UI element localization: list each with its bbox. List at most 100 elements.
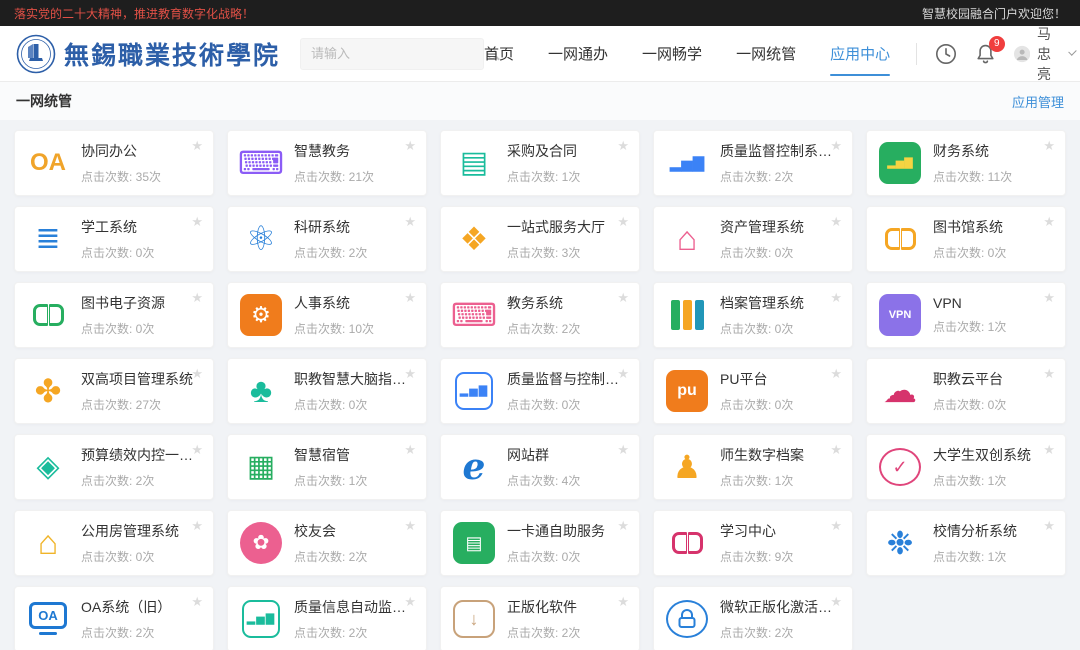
app-card[interactable]: ▤ 一卡通自助服务 点击次数: 0次 ★ bbox=[440, 510, 640, 576]
app-card[interactable]: ▤ 采购及合同 点击次数: 1次 ★ bbox=[440, 130, 640, 196]
school-seal-icon bbox=[16, 34, 56, 74]
favorite-star-icon[interactable]: ★ bbox=[1043, 215, 1055, 228]
nav-item[interactable]: 首页 bbox=[484, 37, 514, 70]
app-card[interactable]: ⚛ 科研系统 点击次数: 2次 ★ bbox=[227, 206, 427, 272]
favorite-star-icon[interactable]: ★ bbox=[404, 215, 416, 228]
app-card[interactable]: 微软正版化激活工具 点击次数: 2次 ★ bbox=[653, 586, 853, 650]
search-input[interactable] bbox=[311, 46, 487, 61]
main-nav: 首页 一网通办 一网畅学 一网统管 应用中心 bbox=[484, 37, 890, 70]
app-card[interactable]: ⌂ 公用房管理系统 点击次数: 0次 ★ bbox=[14, 510, 214, 576]
app-card[interactable]: 图书电子资源 点击次数: 0次 ★ bbox=[14, 282, 214, 348]
app-click-count: 点击次数: 0次 bbox=[507, 548, 605, 565]
nav-item[interactable]: 应用中心 bbox=[830, 37, 890, 70]
app-card[interactable]: ❉ 校情分析系统 点击次数: 1次 ★ bbox=[866, 510, 1066, 576]
app-icon: ✓ bbox=[879, 448, 921, 486]
app-title: 财务系统 bbox=[933, 141, 1012, 161]
favorite-star-icon[interactable]: ★ bbox=[1043, 139, 1055, 152]
notifications-bell-icon[interactable]: 9 bbox=[975, 43, 996, 65]
history-clock-icon[interactable] bbox=[935, 43, 957, 65]
app-card[interactable]: ▂▅▇ 质量监督控制系统... 点击次数: 2次 ★ bbox=[653, 130, 853, 196]
favorite-star-icon[interactable]: ★ bbox=[404, 139, 416, 152]
app-card[interactable]: ≣ 学工系统 点击次数: 0次 ★ bbox=[14, 206, 214, 272]
favorite-star-icon[interactable]: ★ bbox=[404, 519, 416, 532]
app-icon: ▦ bbox=[240, 446, 282, 488]
app-card[interactable]: ▂▅▇ 财务系统 点击次数: 11次 ★ bbox=[866, 130, 1066, 196]
favorite-star-icon[interactable]: ★ bbox=[404, 367, 416, 380]
app-card[interactable]: VPN VPN 点击次数: 1次 ★ bbox=[866, 282, 1066, 348]
app-card[interactable]: ⌨ 智慧教务 点击次数: 21次 ★ bbox=[227, 130, 427, 196]
app-card[interactable]: ▦ 智慧宿管 点击次数: 1次 ★ bbox=[227, 434, 427, 500]
app-card[interactable]: OA OA系统（旧） 点击次数: 2次 ★ bbox=[14, 586, 214, 650]
favorite-star-icon[interactable]: ★ bbox=[191, 215, 203, 228]
app-card[interactable]: ✿ 校友会 点击次数: 2次 ★ bbox=[227, 510, 427, 576]
app-card[interactable]: 档案管理系统 点击次数: 0次 ★ bbox=[653, 282, 853, 348]
app-card[interactable]: ⌂ 资产管理系统 点击次数: 0次 ★ bbox=[653, 206, 853, 272]
favorite-star-icon[interactable]: ★ bbox=[617, 595, 629, 608]
header-actions: 9 马忠亮 bbox=[916, 24, 1075, 84]
favorite-star-icon[interactable]: ★ bbox=[830, 215, 842, 228]
app-card[interactable]: ✤ 双高项目管理系统 点击次数: 27次 ★ bbox=[14, 358, 214, 424]
app-card[interactable]: e 网站群 点击次数: 4次 ★ bbox=[440, 434, 640, 500]
app-click-count: 点击次数: 35次 bbox=[81, 168, 161, 185]
favorite-star-icon[interactable]: ★ bbox=[1043, 519, 1055, 532]
app-card[interactable]: ⌨ 教务系统 点击次数: 2次 ★ bbox=[440, 282, 640, 348]
favorite-star-icon[interactable]: ★ bbox=[1043, 291, 1055, 304]
favorite-star-icon[interactable]: ★ bbox=[191, 443, 203, 456]
app-title: 人事系统 bbox=[294, 293, 374, 313]
app-card[interactable]: ✓ 大学生双创系统 点击次数: 1次 ★ bbox=[866, 434, 1066, 500]
favorite-star-icon[interactable]: ★ bbox=[617, 291, 629, 304]
app-manage-link[interactable]: 应用管理 bbox=[1012, 92, 1064, 111]
app-card[interactable]: 图书馆系统 点击次数: 0次 ★ bbox=[866, 206, 1066, 272]
user-menu[interactable]: 马忠亮 bbox=[1014, 24, 1075, 84]
app-card[interactable]: ♟ 师生数字档案 点击次数: 1次 ★ bbox=[653, 434, 853, 500]
favorite-star-icon[interactable]: ★ bbox=[404, 443, 416, 456]
favorite-star-icon[interactable]: ★ bbox=[1043, 443, 1055, 456]
nav-item[interactable]: 一网统管 bbox=[736, 37, 796, 70]
app-card[interactable]: ❖ 一站式服务大厅 点击次数: 3次 ★ bbox=[440, 206, 640, 272]
app-card[interactable]: pu PU平台 点击次数: 0次 ★ bbox=[653, 358, 853, 424]
favorite-star-icon[interactable]: ★ bbox=[617, 215, 629, 228]
app-card[interactable]: ◈ 预算绩效内控一体化... 点击次数: 2次 ★ bbox=[14, 434, 214, 500]
app-title: 正版化软件 bbox=[507, 597, 580, 617]
favorite-star-icon[interactable]: ★ bbox=[830, 595, 842, 608]
app-card[interactable]: ♣ 职教智慧大脑指标填... 点击次数: 0次 ★ bbox=[227, 358, 427, 424]
app-title: 预算绩效内控一体化... bbox=[81, 445, 199, 465]
app-card[interactable]: 学习中心 点击次数: 9次 ★ bbox=[653, 510, 853, 576]
username: 马忠亮 bbox=[1037, 24, 1063, 84]
app-card[interactable]: OA 协同办公 点击次数: 35次 ★ bbox=[14, 130, 214, 196]
favorite-star-icon[interactable]: ★ bbox=[617, 443, 629, 456]
app-title: 公用房管理系统 bbox=[81, 521, 179, 541]
favorite-star-icon[interactable]: ★ bbox=[830, 139, 842, 152]
app-icon: ▂▅▇ bbox=[666, 142, 708, 184]
nav-item[interactable]: 一网畅学 bbox=[642, 37, 702, 70]
favorite-star-icon[interactable]: ★ bbox=[191, 291, 203, 304]
search-box[interactable] bbox=[300, 38, 484, 70]
favorite-star-icon[interactable]: ★ bbox=[1043, 367, 1055, 380]
favorite-star-icon[interactable]: ★ bbox=[191, 367, 203, 380]
app-card[interactable]: ▂▅▇ 质量信息自动监测平台 点击次数: 2次 ★ bbox=[227, 586, 427, 650]
favorite-star-icon[interactable]: ★ bbox=[404, 291, 416, 304]
app-icon: OA bbox=[27, 142, 69, 184]
app-click-count: 点击次数: 0次 bbox=[720, 396, 793, 413]
app-title: 资产管理系统 bbox=[720, 217, 804, 237]
favorite-star-icon[interactable]: ★ bbox=[830, 367, 842, 380]
favorite-star-icon[interactable]: ★ bbox=[830, 519, 842, 532]
favorite-star-icon[interactable]: ★ bbox=[191, 519, 203, 532]
app-title: 智慧宿管 bbox=[294, 445, 367, 465]
favorite-star-icon[interactable]: ★ bbox=[191, 139, 203, 152]
favorite-star-icon[interactable]: ★ bbox=[830, 443, 842, 456]
app-card[interactable]: ▂▅▇ 质量监督与控制系统 点击次数: 0次 ★ bbox=[440, 358, 640, 424]
favorite-star-icon[interactable]: ★ bbox=[404, 595, 416, 608]
nav-item[interactable]: 一网通办 bbox=[548, 37, 608, 70]
school-logo[interactable]: 無錫職業技術學院 bbox=[16, 34, 280, 74]
favorite-star-icon[interactable]: ★ bbox=[617, 367, 629, 380]
favorite-star-icon[interactable]: ★ bbox=[830, 291, 842, 304]
app-title: PU平台 bbox=[720, 369, 793, 389]
app-card[interactable]: ↓ 正版化软件 点击次数: 2次 ★ bbox=[440, 586, 640, 650]
favorite-star-icon[interactable]: ★ bbox=[191, 595, 203, 608]
app-title: VPN bbox=[933, 295, 1006, 311]
app-card[interactable]: ⚙ 人事系统 点击次数: 10次 ★ bbox=[227, 282, 427, 348]
favorite-star-icon[interactable]: ★ bbox=[617, 519, 629, 532]
app-card[interactable]: ☁ 职教云平台 点击次数: 0次 ★ bbox=[866, 358, 1066, 424]
favorite-star-icon[interactable]: ★ bbox=[617, 139, 629, 152]
